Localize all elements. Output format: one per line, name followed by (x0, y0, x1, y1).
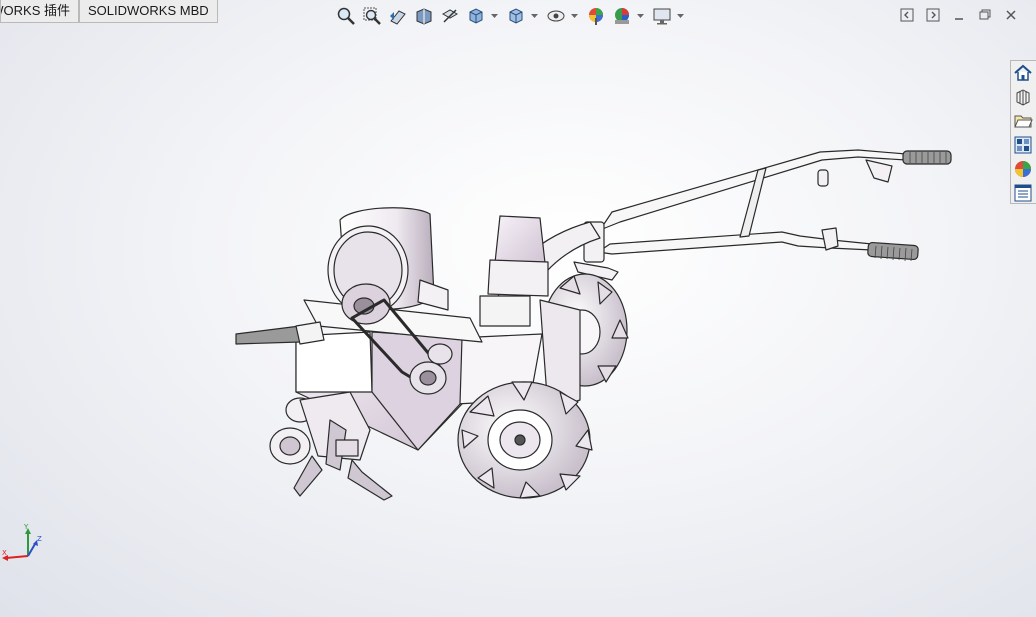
dynamic-annotation-icon[interactable] (438, 5, 462, 27)
apply-scene-icon[interactable] (610, 5, 634, 27)
chevron-down-icon[interactable] (530, 5, 538, 27)
hide-show-items-icon[interactable] (544, 5, 568, 27)
restore-right-icon[interactable] (920, 6, 946, 24)
section-view-icon[interactable] (412, 5, 436, 27)
appearances-icon[interactable] (1011, 157, 1035, 181)
chevron-down-icon[interactable] (636, 5, 644, 27)
view-settings-icon[interactable] (650, 5, 674, 27)
file-explorer-icon[interactable] (1011, 109, 1035, 133)
window-controls (894, 6, 1024, 24)
chevron-down-icon[interactable] (570, 5, 578, 27)
design-library-icon[interactable] (1011, 85, 1035, 109)
chevron-down-icon[interactable] (490, 5, 498, 27)
minimize-icon[interactable] (946, 6, 972, 24)
tab-solidworks-mbd[interactable]: SOLIDWORKS MBD (79, 0, 218, 23)
tab-solidworks-addins[interactable]: SOLIDWORKS 插件 (0, 0, 79, 23)
edit-appearance-icon[interactable] (584, 5, 608, 27)
chevron-down-icon[interactable] (676, 5, 684, 27)
heads-up-view-toolbar (334, 4, 690, 28)
view-palette-icon[interactable] (1011, 133, 1035, 157)
restore-left-icon[interactable] (894, 6, 920, 24)
z-axis-label: Z (37, 535, 42, 543)
maximize-icon[interactable] (972, 6, 998, 24)
view-orientation-icon[interactable] (464, 5, 488, 27)
home-icon[interactable] (1011, 61, 1035, 85)
graphics-area[interactable] (0, 0, 1036, 617)
x-axis-label: X (2, 549, 7, 557)
zoom-to-area-icon[interactable] (360, 5, 384, 27)
task-pane-tabs (1010, 60, 1036, 204)
custom-properties-icon[interactable] (1011, 181, 1035, 205)
tiller-model[interactable] (0, 0, 1036, 617)
y-axis-label: Y (23, 523, 29, 531)
zoom-to-fit-icon[interactable] (334, 5, 358, 27)
close-icon[interactable] (998, 6, 1024, 24)
reference-triad: Y Z X (2, 523, 42, 561)
command-manager-tabs: SOLIDWORKS 插件 SOLIDWORKS MBD (0, 0, 218, 23)
display-style-icon[interactable] (504, 5, 528, 27)
previous-view-icon[interactable] (386, 5, 410, 27)
